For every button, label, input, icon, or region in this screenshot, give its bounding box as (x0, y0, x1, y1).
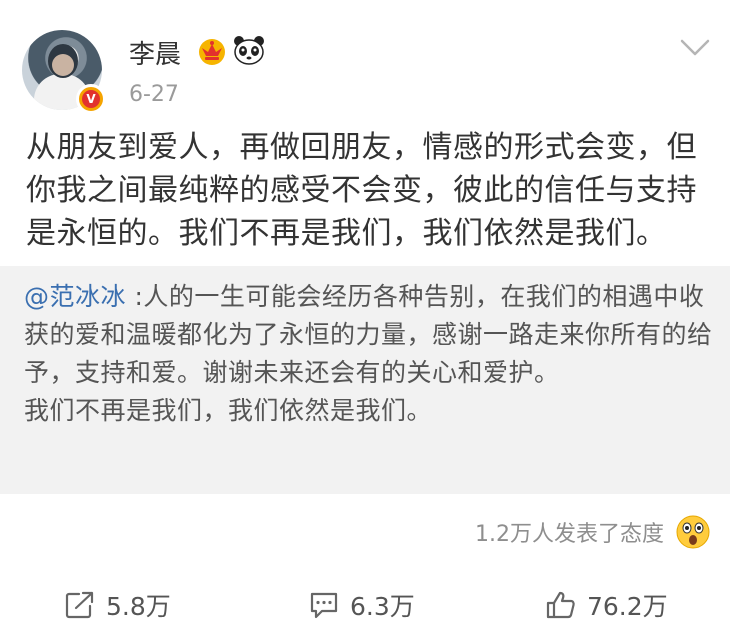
post-text: 从朋友到爱人，再做回朋友，情感的形式会变，但你我之间最纯粹的感受不会变，彼此的信… (26, 130, 697, 251)
post-date: 6-27 (129, 82, 179, 107)
panda-icon[interactable] (232, 34, 266, 66)
repost-separator: : (126, 282, 144, 311)
comment-icon (310, 592, 338, 619)
repost-icon (65, 591, 94, 619)
like-count: 76.2万 (587, 592, 668, 621)
crown-icon[interactable] (196, 36, 228, 66)
reaction-text: 1.2万人发表了态度 (475, 522, 664, 547)
repost-card[interactable]: @范冰冰 :人的一生可能会经历各种告别，在我们的相遇中收获的爱和温暖都化为了永恒… (0, 266, 730, 494)
verified-v-icon: V (76, 84, 106, 114)
comment-button[interactable]: 6.3万 (308, 585, 415, 625)
repost-button[interactable]: 5.8万 (64, 585, 171, 625)
chevron-down-icon[interactable] (680, 38, 710, 58)
surprise-emoji-icon[interactable] (675, 514, 711, 550)
avatar[interactable]: V (22, 30, 106, 114)
repost-count: 5.8万 (106, 592, 171, 621)
author-name[interactable]: 李晨 (129, 34, 181, 71)
repost-author-link[interactable]: @范冰冰 (24, 282, 126, 311)
action-bar: 5.8万 6.3万 76.2万 (0, 575, 730, 635)
like-button[interactable]: 76.2万 (545, 585, 668, 625)
thumbs-up-icon (546, 591, 575, 619)
post-header: V 李晨 6-27 (0, 0, 730, 120)
repost-content: @范冰冰 :人的一生可能会经历各种告别，在我们的相遇中收获的爱和温暖都化为了永恒… (24, 278, 714, 430)
reaction-summary[interactable]: 1.2万人发表了态度 (0, 506, 730, 556)
comment-count: 6.3万 (350, 592, 415, 621)
repost-text-line2: 我们不再是我们，我们依然是我们。 (24, 396, 433, 425)
